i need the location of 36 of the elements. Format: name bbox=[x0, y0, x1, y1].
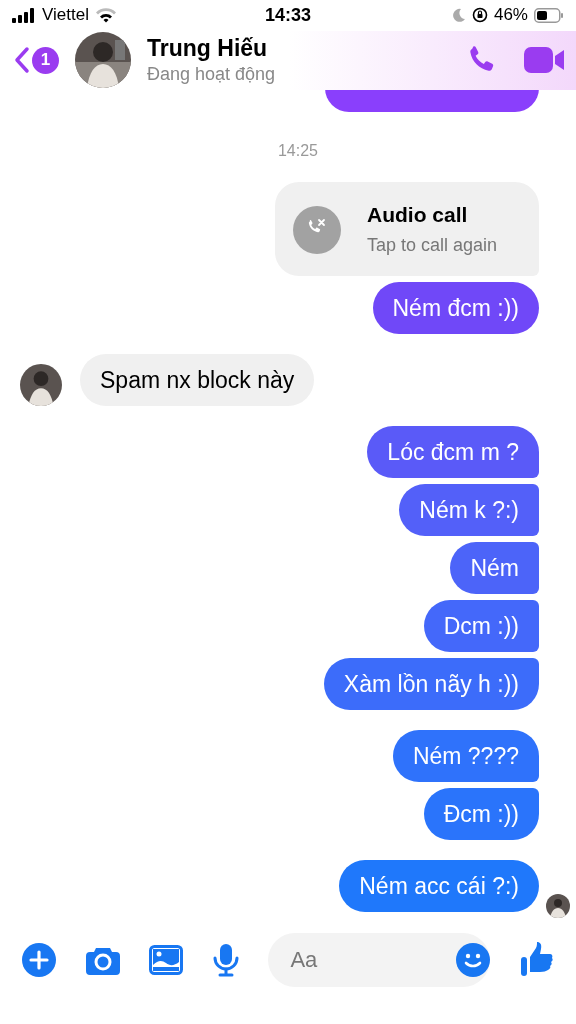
video-call-button[interactable] bbox=[524, 45, 566, 76]
signal-icon bbox=[12, 7, 36, 23]
like-button[interactable] bbox=[519, 942, 556, 979]
presence-status: Đang hoạt động bbox=[147, 64, 277, 86]
carrier-name: Viettel bbox=[42, 5, 89, 26]
message-input[interactable]: Aa bbox=[268, 933, 491, 988]
call-card[interactable]: Audio call Tap to call again bbox=[275, 182, 539, 277]
camera-button[interactable] bbox=[85, 945, 120, 976]
missed-call-icon bbox=[293, 205, 341, 254]
wifi-icon bbox=[94, 7, 117, 24]
add-button[interactable] bbox=[22, 943, 56, 978]
call-title: Audio call bbox=[367, 203, 469, 228]
contact-name: Trung Hiếu bbox=[147, 35, 269, 63]
timestamp: 14:25 bbox=[277, 142, 318, 161]
moon-icon bbox=[451, 8, 466, 23]
message-bubble: Đcm :)) bbox=[423, 788, 539, 841]
message-bubble: Ném đcm :)) bbox=[372, 282, 539, 335]
unread-badge: 1 bbox=[32, 46, 59, 74]
rotation-lock-icon bbox=[471, 7, 488, 24]
message-bubble: Ném bbox=[450, 542, 539, 595]
clock-time: 14:33 bbox=[264, 4, 311, 26]
message-bubble: Ném ???? bbox=[392, 730, 539, 783]
message-bubble: Dcm :)) bbox=[423, 600, 539, 653]
call-subtitle: Tap to call again bbox=[367, 235, 498, 257]
chevron-icon bbox=[14, 46, 30, 75]
message-bubble: Spam nx block này bbox=[80, 354, 315, 407]
message-bubble: Lóc đcm m ? bbox=[367, 426, 539, 479]
message-bubble: Ném k ?:) bbox=[399, 484, 539, 537]
back-button[interactable]: 1 bbox=[14, 46, 59, 75]
message-bubble: Ném acc cái ?:) bbox=[339, 860, 539, 913]
battery-icon bbox=[534, 7, 564, 23]
battery-percent: 46% bbox=[493, 5, 528, 26]
microphone-button[interactable] bbox=[212, 943, 239, 978]
gallery-button[interactable] bbox=[149, 945, 184, 976]
emoji-icon[interactable] bbox=[456, 943, 491, 978]
message-bubble: Xàm lồn nãy h :)) bbox=[323, 658, 539, 711]
